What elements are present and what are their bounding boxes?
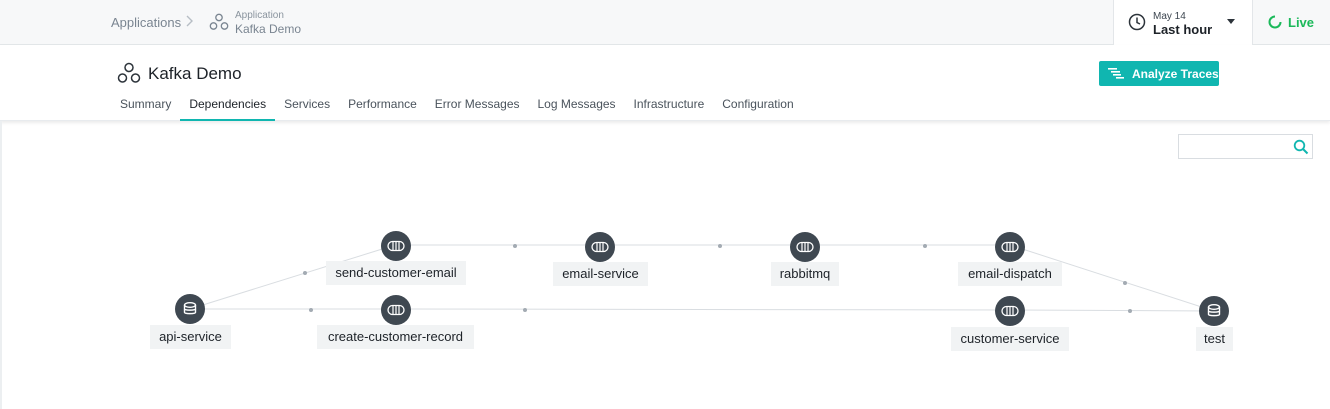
node-api-service[interactable]: [175, 294, 205, 324]
queue-icon: [796, 241, 814, 253]
queue-icon: [1001, 305, 1019, 317]
tab-log-messages[interactable]: Log Messages: [529, 95, 625, 121]
edge-midpoint: [513, 244, 517, 248]
edge-midpoint: [923, 244, 927, 248]
node-label-customer-service[interactable]: customer-service: [951, 327, 1069, 351]
application-icon: [209, 13, 229, 31]
node-label-test[interactable]: test: [1196, 327, 1233, 351]
queue-icon: [387, 240, 405, 252]
tab-error-messages[interactable]: Error Messages: [426, 95, 529, 121]
dependency-graph[interactable]: api-service send-customer-email create-c…: [0, 121, 1330, 409]
top-bar: Applications Application Kafka Demo May …: [0, 0, 1330, 45]
node-create-customer-record[interactable]: [381, 295, 411, 325]
tab-configuration[interactable]: Configuration: [713, 95, 802, 121]
graph-edges: [189, 244, 1215, 313]
time-date: May 14: [1153, 11, 1186, 22]
edge-midpoint: [718, 244, 722, 248]
time-range-label: Last hour: [1153, 22, 1213, 37]
time-range-picker[interactable]: May 14 Last hour: [1113, 0, 1253, 45]
queue-icon: [1001, 241, 1019, 253]
live-spinner-icon[interactable]: [1268, 15, 1282, 29]
node-label-rabbitmq[interactable]: rabbitmq: [771, 262, 839, 286]
database-icon: [1207, 304, 1221, 317]
queue-icon: [591, 241, 609, 253]
clock-icon: [1128, 13, 1146, 31]
node-email-dispatch[interactable]: [995, 232, 1025, 262]
node-label-api-service[interactable]: api-service: [150, 325, 231, 349]
edge-midpoint: [1123, 281, 1127, 285]
application-icon: [117, 62, 141, 84]
live-toggle[interactable]: Live: [1288, 15, 1314, 30]
edge-midpoint: [523, 308, 527, 312]
analyze-traces-button[interactable]: Analyze Traces: [1099, 61, 1219, 86]
tab-summary[interactable]: Summary: [111, 95, 180, 121]
node-test[interactable]: [1199, 296, 1229, 326]
tab-infrastructure[interactable]: Infrastructure: [625, 95, 714, 121]
queue-icon: [387, 304, 405, 316]
node-label-create-customer-record[interactable]: create-customer-record: [317, 325, 474, 349]
tab-dependencies[interactable]: Dependencies: [180, 95, 275, 121]
tab-services[interactable]: Services: [275, 95, 339, 121]
traces-icon: [1108, 68, 1124, 79]
node-label-email-dispatch[interactable]: email-dispatch: [958, 262, 1062, 286]
edge-midpoint: [303, 271, 307, 275]
breadcrumb-app-kind: Application: [235, 10, 284, 21]
chevron-down-icon: [1227, 19, 1235, 24]
breadcrumb-applications-link[interactable]: Applications: [111, 15, 181, 30]
tab-performance[interactable]: Performance: [339, 95, 426, 121]
edge-midpoint: [309, 308, 313, 312]
edge-midpoint: [1128, 309, 1132, 313]
tab-bar: Summary Dependencies Services Performanc…: [111, 95, 803, 121]
page-title: Kafka Demo: [148, 64, 242, 83]
breadcrumb-separator-icon: [186, 14, 194, 31]
database-icon: [183, 302, 197, 315]
node-label-send-customer-email[interactable]: send-customer-email: [326, 261, 466, 285]
page-header: Kafka Demo Analyze Traces Summary Depend…: [0, 45, 1330, 121]
analyze-traces-label: Analyze Traces: [1132, 67, 1219, 81]
edge-customer-test: [1009, 309, 1215, 312]
node-email-service[interactable]: [585, 232, 615, 262]
breadcrumb-app-name[interactable]: Kafka Demo: [235, 22, 301, 36]
node-rabbitmq[interactable]: [790, 232, 820, 262]
node-send-customer-email[interactable]: [381, 231, 411, 261]
node-customer-service[interactable]: [995, 296, 1025, 326]
node-label-email-service[interactable]: email-service: [553, 262, 648, 286]
edge-create-customer: [394, 308, 1011, 311]
